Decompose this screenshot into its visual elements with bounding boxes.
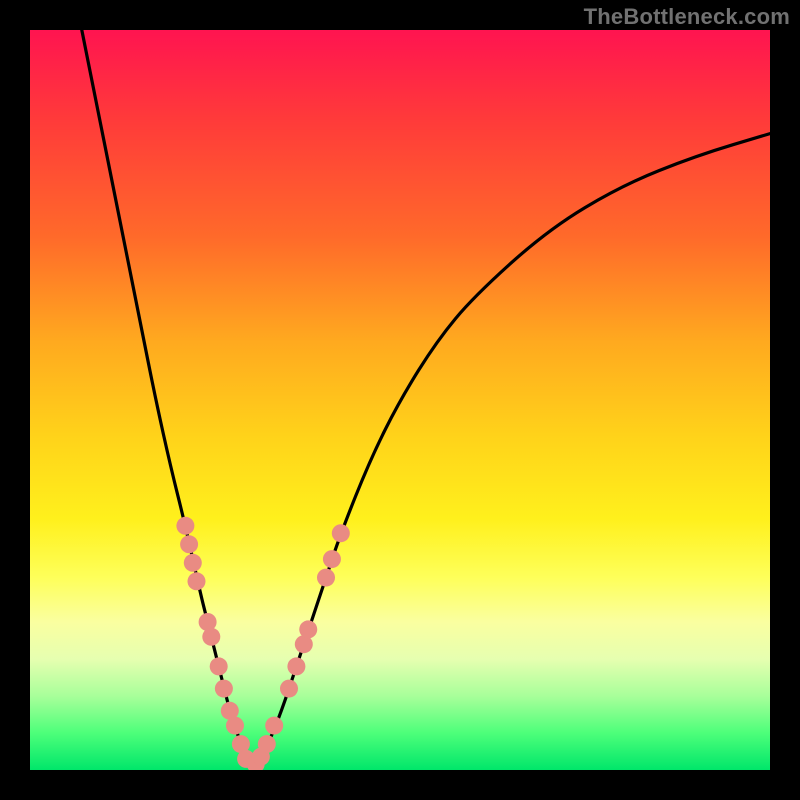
curve-left-branch (82, 30, 252, 770)
marker-point (188, 572, 206, 590)
marker-point (226, 717, 244, 735)
marker-point (210, 657, 228, 675)
marker-point (176, 517, 194, 535)
marker-point (332, 524, 350, 542)
plot-area (30, 30, 770, 770)
chart-svg (30, 30, 770, 770)
data-markers (176, 517, 349, 770)
marker-point (265, 717, 283, 735)
attribution-text: TheBottleneck.com (584, 4, 790, 30)
marker-point (180, 535, 198, 553)
marker-point (287, 657, 305, 675)
marker-point (317, 569, 335, 587)
marker-point (215, 680, 233, 698)
marker-point (184, 554, 202, 572)
marker-point (323, 550, 341, 568)
bottleneck-curve (82, 30, 770, 770)
curve-right-branch (252, 134, 770, 770)
chart-stage: TheBottleneck.com (0, 0, 800, 800)
marker-point (280, 680, 298, 698)
marker-point (258, 735, 276, 753)
marker-point (299, 620, 317, 638)
marker-point (202, 628, 220, 646)
